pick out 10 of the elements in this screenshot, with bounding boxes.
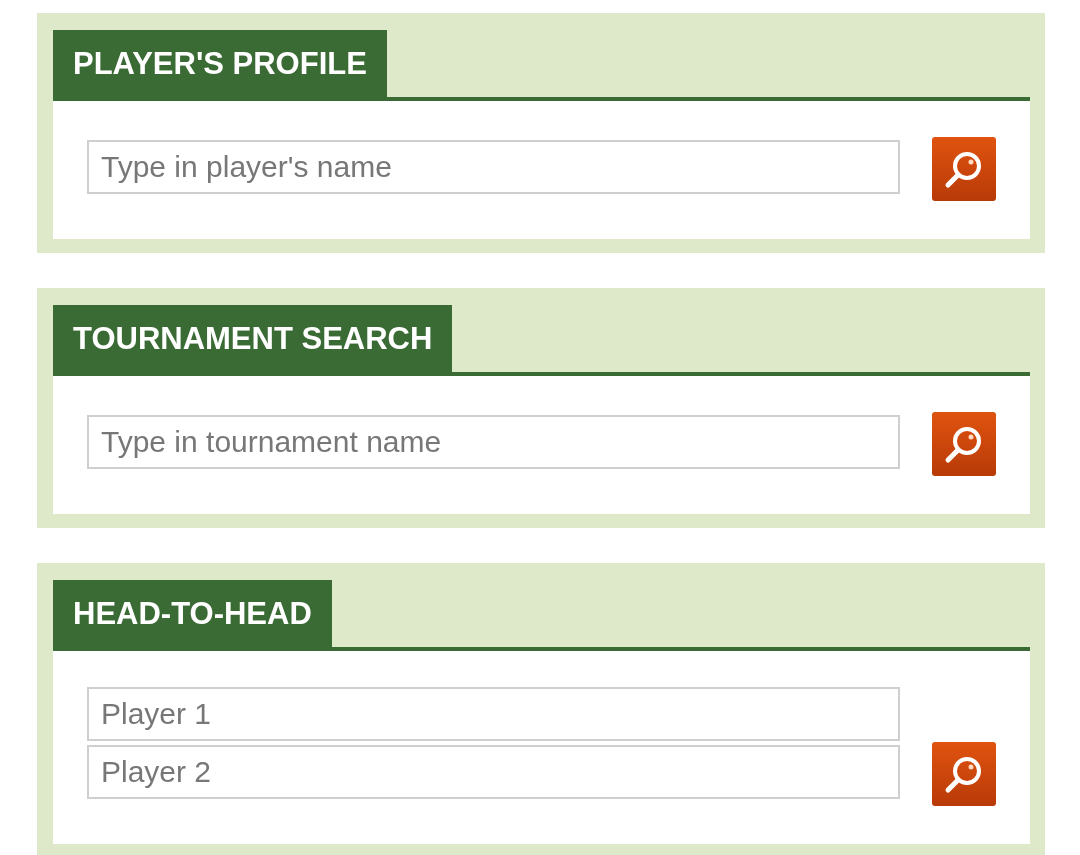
panel-title: HEAD-TO-HEAD xyxy=(53,580,332,647)
search-field[interactable]: Type in tournament name xyxy=(87,415,900,469)
panel-title: PLAYER'S PROFILE xyxy=(53,30,387,97)
search-field[interactable]: Player 2 xyxy=(87,745,900,799)
search-field[interactable]: Type in player's name xyxy=(87,140,900,194)
search-button[interactable] xyxy=(932,742,996,806)
search-button[interactable] xyxy=(932,412,996,476)
search-field[interactable]: Player 1 xyxy=(87,687,900,741)
search-button[interactable] xyxy=(932,137,996,201)
panel-title: TOURNAMENT SEARCH xyxy=(53,305,453,372)
